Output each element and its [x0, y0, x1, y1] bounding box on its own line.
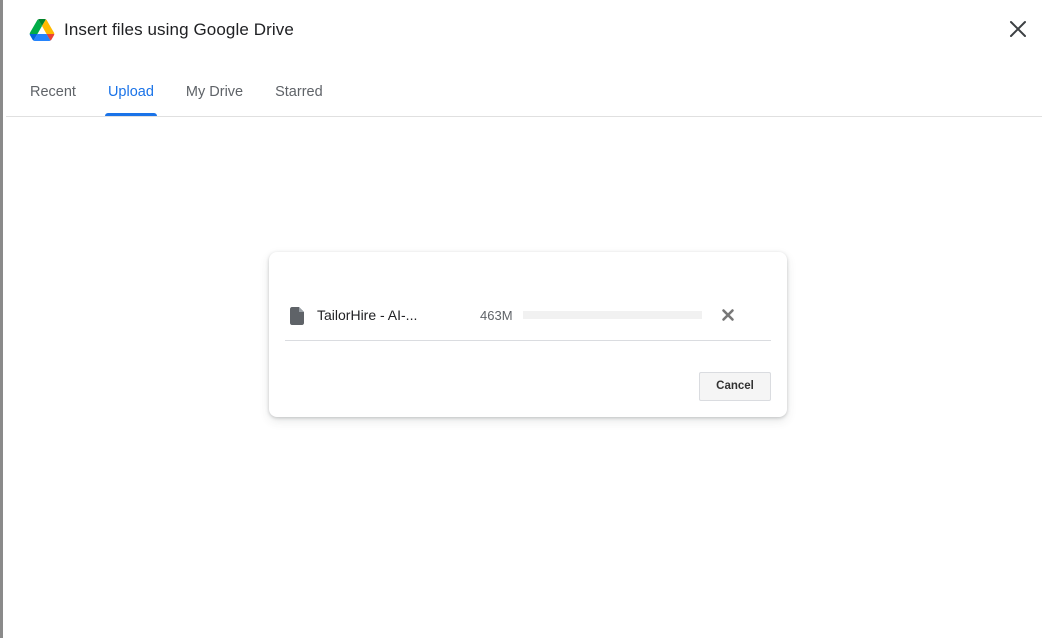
- google-drive-logo-icon: [29, 19, 55, 41]
- dialog-title: Insert files using Google Drive: [64, 20, 294, 39]
- dialog-header: Insert files using Google Drive: [29, 16, 294, 44]
- tab-starred[interactable]: Starred: [272, 68, 326, 116]
- upload-file-row: TailorHire - AI-... 463M: [285, 296, 771, 341]
- upload-file-size: 463M: [480, 308, 513, 323]
- tab-upload[interactable]: Upload: [104, 68, 157, 116]
- remove-file-icon: [722, 309, 734, 321]
- tab-my-drive[interactable]: My Drive: [183, 68, 246, 116]
- close-icon: [1010, 21, 1026, 37]
- drive-picker-dialog: Insert files using Google Drive Recent U…: [0, 0, 1042, 638]
- close-button[interactable]: [1008, 19, 1028, 39]
- tab-divider: [6, 116, 1042, 117]
- tab-bar: Recent Upload My Drive Starred: [27, 68, 352, 116]
- file-icon: [290, 307, 304, 325]
- remove-file-button[interactable]: [721, 308, 735, 322]
- upload-file-name: TailorHire - AI-...: [317, 307, 418, 323]
- cancel-button[interactable]: Cancel: [699, 372, 771, 401]
- upload-progress-bar: [523, 311, 702, 319]
- tab-recent[interactable]: Recent: [27, 68, 79, 116]
- upload-progress-card: TailorHire - AI-... 463M Cancel: [269, 252, 787, 417]
